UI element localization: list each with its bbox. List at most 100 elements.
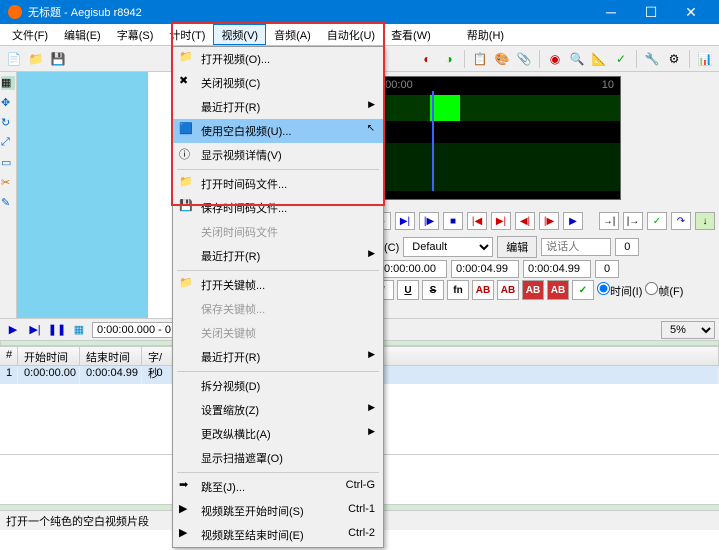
menu-help[interactable]: 帮助(H)	[459, 24, 512, 45]
toggle-autoscroll-button[interactable]: ▦	[70, 322, 88, 338]
tool-icon[interactable]: 📎	[514, 49, 534, 69]
open-button[interactable]: 📁	[26, 49, 46, 69]
tool-icon[interactable]: ✎	[1, 196, 15, 210]
style-select[interactable]: Default	[403, 237, 493, 257]
pause-button[interactable]: ❚❚	[48, 322, 66, 338]
play-first-button[interactable]: ◀|	[515, 212, 535, 230]
menu-use-dummy-video[interactable]: 🟦使用空白视频(U)...↖	[173, 119, 383, 143]
tool-icon[interactable]: 📐	[589, 49, 609, 69]
video-icon: 🟦	[179, 122, 193, 136]
play-after-button[interactable]: ▶|	[491, 212, 511, 230]
color1-button[interactable]: AB	[472, 280, 494, 300]
tool-icon[interactable]: ⤢	[1, 136, 15, 150]
zoom-select[interactable]: 5%	[661, 321, 715, 339]
tool-icon[interactable]: ◑	[439, 49, 459, 69]
tool-icon[interactable]: 🔍	[567, 49, 587, 69]
tool-icon[interactable]: ▭	[1, 156, 15, 170]
tool-icon[interactable]: ⚙	[664, 49, 684, 69]
menu-audio[interactable]: 音频(A)	[266, 24, 319, 45]
play-selection-button[interactable]: ▶|	[395, 212, 415, 230]
menu-automation[interactable]: 自动化(U)	[319, 24, 383, 45]
menu-subtitle[interactable]: 字幕(S)	[109, 24, 162, 45]
tool-icon[interactable]: 📊	[695, 49, 715, 69]
menu-edit[interactable]: 编辑(E)	[56, 24, 109, 45]
grid-header-start[interactable]: 开始时间	[18, 347, 80, 365]
menu-video[interactable]: 视频(V)	[213, 24, 266, 45]
menu-view[interactable]: 查看(W)	[383, 24, 439, 45]
edit-style-button[interactable]: 编辑	[497, 236, 537, 258]
menu-save-timecode[interactable]: 💾保存时间码文件...	[173, 196, 383, 220]
play-button[interactable]: ▶	[4, 322, 22, 338]
cursor-icon: ↖	[367, 123, 375, 139]
close-button[interactable]: ✕	[671, 4, 711, 21]
menu-set-zoom[interactable]: 设置缩放(Z)▶	[173, 398, 383, 422]
play-line-button[interactable]: |▶	[419, 212, 439, 230]
menu-open-keyframe[interactable]: 📁打开关键帧...	[173, 273, 383, 297]
play-last-button[interactable]: |▶	[539, 212, 559, 230]
menu-open-video[interactable]: 📁打开视频(O)...	[173, 47, 383, 71]
video-toolbar: ▦ ✥ ↻ ⤢ ▭ ✂ ✎	[0, 72, 17, 318]
underline-button[interactable]: U	[397, 280, 419, 300]
save-button[interactable]: 💾	[48, 49, 68, 69]
time-radio[interactable]: 时间(I)	[597, 282, 642, 299]
minimize-button[interactable]: ─	[591, 4, 631, 20]
menu-timing[interactable]: 计时(T)	[161, 24, 213, 45]
duration-input[interactable]	[523, 260, 591, 278]
grid-header-num[interactable]: #	[0, 347, 18, 365]
menu-recent-timecode[interactable]: 最近打开(R)▶	[173, 244, 383, 268]
grid-header-end[interactable]: 结束时间	[80, 347, 142, 365]
stop-button[interactable]: ■	[443, 212, 463, 230]
menu-video-details[interactable]: ⓘ显示视频详情(V)	[173, 143, 383, 167]
menu-recent-keyframe[interactable]: 最近打开(R)▶	[173, 345, 383, 369]
frame-radio[interactable]: 帧(F)	[645, 282, 683, 299]
maximize-button[interactable]: ☐	[631, 4, 671, 21]
color2-button[interactable]: AB	[497, 280, 519, 300]
menu-open-timecode[interactable]: 📁打开时间码文件...	[173, 172, 383, 196]
go-button[interactable]: ↷	[671, 212, 691, 230]
tool-icon[interactable]: 🔧	[642, 49, 662, 69]
lead-out-button[interactable]: |→	[623, 212, 643, 230]
toggle-button[interactable]: ↓	[695, 212, 715, 230]
chevron-right-icon: ▶	[368, 349, 375, 365]
strike-button[interactable]: S	[422, 280, 444, 300]
menu-detach-video[interactable]: 拆分视频(D)	[173, 374, 383, 398]
tool-icon[interactable]: ▦	[1, 76, 15, 90]
font-button[interactable]: fn	[447, 280, 469, 300]
play-to-end-button[interactable]: ▶	[563, 212, 583, 230]
menu-aspect-ratio[interactable]: 更改纵横比(A)▶	[173, 422, 383, 446]
tool-icon[interactable]: ◉	[545, 49, 565, 69]
audio-display[interactable]: 0:00:0010	[369, 76, 621, 200]
color4-button[interactable]: AB	[547, 280, 569, 300]
menu-overscan-mask[interactable]: 显示扫描遮罩(O)	[173, 446, 383, 470]
new-button[interactable]: 📄	[4, 49, 24, 69]
menu-jump-end[interactable]: ▶视频跳至结束时间(E)Ctrl-2	[173, 523, 383, 547]
margin-r-input[interactable]	[615, 238, 639, 256]
start-time-input[interactable]	[379, 260, 447, 278]
tool-icon[interactable]: ↻	[1, 116, 15, 130]
menu-jump-start[interactable]: ▶视频跳至开始时间(S)Ctrl-1	[173, 499, 383, 523]
tool-icon[interactable]: ✥	[1, 96, 15, 110]
tool-icon[interactable]: ◐	[417, 49, 437, 69]
menu-recent-video[interactable]: 最近打开(R)▶	[173, 95, 383, 119]
tool-icon[interactable]: ✓	[611, 49, 631, 69]
tool-icon[interactable]: ✂	[1, 176, 15, 190]
menu-close-video[interactable]: ✖关闭视频(C)	[173, 71, 383, 95]
chevron-right-icon: ▶	[368, 402, 375, 418]
color3-button[interactable]: AB	[522, 280, 544, 300]
tool-icon[interactable]: 🎨	[492, 49, 512, 69]
playhead[interactable]	[432, 91, 434, 191]
menu-jump-to[interactable]: ➡跳至(J)...Ctrl-G	[173, 475, 383, 499]
menu-file[interactable]: 文件(F)	[4, 24, 56, 45]
tool-icon[interactable]: 📋	[470, 49, 490, 69]
end-time-input[interactable]	[451, 260, 519, 278]
video-display[interactable]	[17, 72, 148, 318]
commit-button[interactable]: ✓	[647, 212, 667, 230]
margin-l-input[interactable]	[595, 260, 619, 278]
commit-text-button[interactable]: ✓	[572, 280, 594, 300]
play-before-button[interactable]: |◀	[467, 212, 487, 230]
titlebar: 无标题 - Aegisub r8942 ─ ☐ ✕	[0, 0, 719, 24]
save-icon: 💾	[179, 199, 193, 213]
play-line-button[interactable]: ▶|	[26, 322, 44, 338]
lead-in-button[interactable]: →|	[599, 212, 619, 230]
actor-input[interactable]	[541, 238, 611, 256]
